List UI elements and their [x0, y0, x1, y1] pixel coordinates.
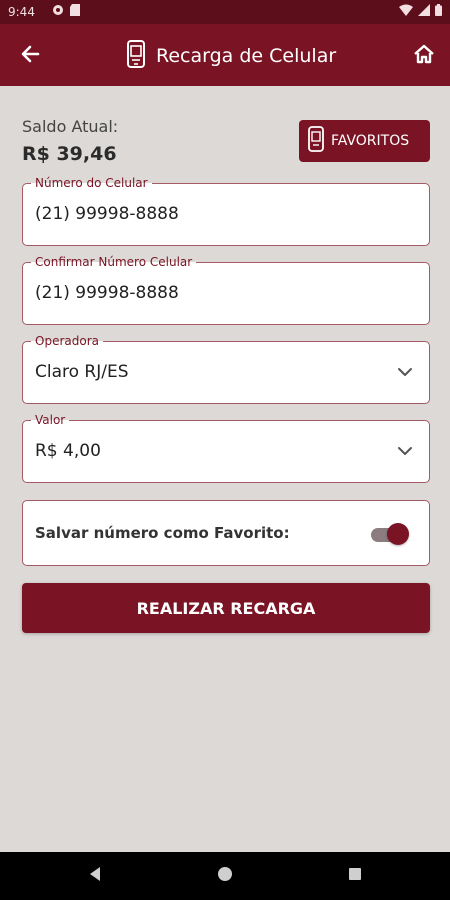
status-time: 9:44: [8, 5, 35, 19]
phone-number-value: (21) 99998-8888: [35, 204, 179, 224]
favorites-button[interactable]: FAVORITOS: [299, 120, 430, 162]
nav-recents-icon: [347, 866, 363, 886]
chevron-down-icon: [397, 443, 413, 463]
back-arrow-icon: [20, 44, 40, 68]
toggle-thumb: [387, 523, 409, 545]
app-bar: Recarga de Celular: [0, 24, 450, 86]
battery-icon: [435, 4, 442, 19]
notification-icon: [52, 4, 64, 19]
nav-home-icon: [217, 866, 233, 886]
nav-recents-button[interactable]: [345, 866, 365, 886]
system-nav-bar: [0, 852, 450, 900]
confirm-phone-number-label: Confirmar Número Celular: [31, 255, 197, 269]
save-favorite-label: Salvar número como Favorito:: [35, 524, 290, 542]
signal-icon: [418, 4, 430, 19]
title-wrap: Recarga de Celular: [126, 40, 336, 72]
confirm-phone-number-field[interactable]: Confirmar Número Celular (21) 99998-8888: [22, 255, 430, 325]
nav-back-icon: [87, 866, 103, 886]
submit-recharge-label: REALIZAR RECARGA: [136, 598, 316, 618]
operator-label: Operadora: [31, 334, 103, 348]
nav-back-button[interactable]: [85, 866, 105, 886]
confirm-phone-number-value: (21) 99998-8888: [35, 283, 179, 303]
back-button[interactable]: [16, 42, 44, 70]
phone-number-label: Número do Celular: [31, 176, 152, 190]
value-value: R$ 4,00: [35, 441, 101, 461]
phone-recharge-icon: [126, 40, 146, 72]
phone-number-field[interactable]: Número do Celular (21) 99998-8888: [22, 176, 430, 246]
operator-select[interactable]: Operadora Claro RJ/ES: [22, 334, 430, 404]
status-right-icons: [399, 4, 442, 19]
save-favorite-toggle[interactable]: [369, 523, 409, 545]
favorites-label: FAVORITOS: [331, 133, 410, 149]
home-button[interactable]: [410, 42, 438, 70]
phone-icon: [307, 126, 325, 156]
balance-label: Saldo Atual:: [22, 117, 119, 136]
operator-value: Claro RJ/ES: [35, 362, 129, 382]
chevron-down-icon: [397, 364, 413, 384]
wifi-icon: [399, 4, 413, 19]
status-bar: 9:44: [0, 0, 450, 24]
status-left-icons: [52, 4, 80, 19]
sd-card-icon: [70, 4, 80, 19]
submit-recharge-button[interactable]: REALIZAR RECARGA: [22, 583, 430, 633]
value-label: Valor: [31, 413, 70, 427]
home-icon: [413, 44, 435, 68]
save-favorite-card: Salvar número como Favorito:: [22, 500, 430, 566]
nav-home-button[interactable]: [215, 866, 235, 886]
value-select[interactable]: Valor R$ 4,00: [22, 413, 430, 483]
balance-value: R$ 39,46: [22, 143, 117, 165]
page-title: Recarga de Celular: [156, 45, 337, 67]
